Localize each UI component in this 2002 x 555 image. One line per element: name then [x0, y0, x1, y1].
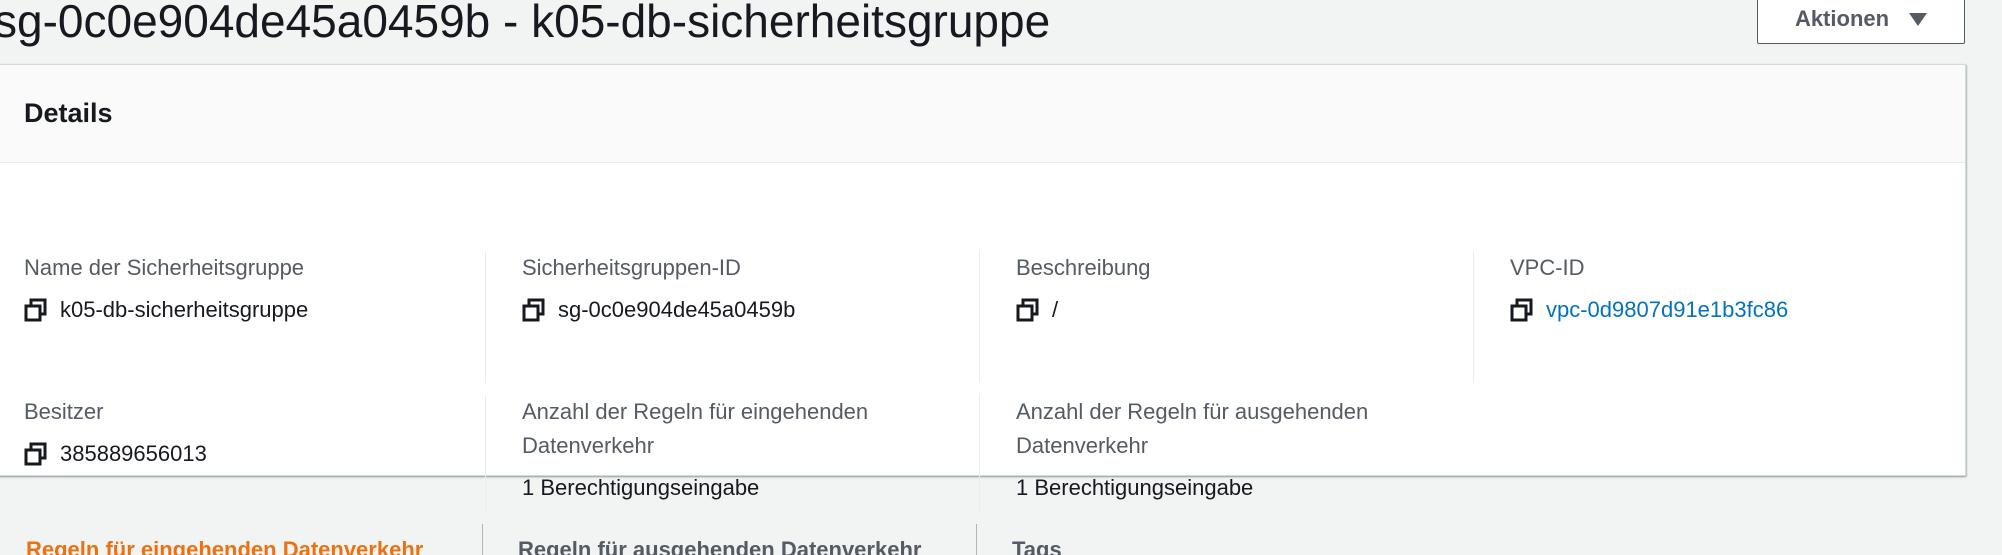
field-label-line1: Anzahl der Regeln für ausgehenden	[1016, 399, 1369, 424]
security-group-detail-page: sg-0c0e904de45a0459b - k05-db-sicherheit…	[0, 0, 2002, 555]
field-security-group-id: Sicherheitsgruppen-ID sg-0c0e904de45a045…	[485, 251, 979, 383]
tab-outbound-rules[interactable]: Regeln für ausgehenden Datenverkehr	[518, 530, 921, 555]
copy-icon[interactable]	[24, 442, 48, 466]
owner-value: 385889656013	[60, 441, 207, 466]
copy-icon[interactable]	[1510, 298, 1534, 322]
security-group-name-value: k05-db-sicherheitsgruppe	[60, 297, 309, 322]
description-value: /	[1052, 297, 1059, 322]
field-vpc-id: VPC-ID vpc-0d9807d91e1b3fc86	[1473, 251, 1953, 383]
actions-button-label: Aktionen	[1794, 6, 1890, 31]
tab-inbound-rules[interactable]: Regeln für eingehenden Datenverkehr	[26, 530, 423, 555]
field-label: Besitzer	[24, 399, 104, 424]
page-title: sg-0c0e904de45a0459b - k05-db-sicherheit…	[0, 0, 1051, 47]
field-security-group-name: Name der Sicherheitsgruppe k05-db-sicher…	[24, 251, 484, 327]
field-label: Beschreibung	[1016, 255, 1151, 280]
copy-icon[interactable]	[24, 298, 48, 322]
tab-separator	[976, 524, 977, 555]
security-group-id-value: sg-0c0e904de45a0459b	[558, 297, 796, 322]
field-value: 1 Berechtigungseingabe	[522, 475, 760, 500]
details-header: Details	[0, 65, 1965, 163]
field-label: Name der Sicherheitsgruppe	[24, 255, 305, 280]
field-value: 1 Berechtigungseingabe	[1016, 475, 1254, 500]
details-panel: Details Name der Sicherheitsgruppe k05-d…	[0, 64, 1966, 511]
vpc-id-link[interactable]: vpc-0d9807d91e1b3fc86	[1546, 293, 1788, 327]
field-label-line1: Anzahl der Regeln für eingehenden	[522, 399, 869, 424]
field-description: Beschreibung /	[979, 251, 1473, 383]
field-value: /	[1016, 293, 1473, 327]
field-owner: Besitzer 385889656013	[24, 395, 484, 471]
field-inbound-rule-count: Anzahl der Regeln für eingehenden Datenv…	[485, 395, 979, 511]
caret-down-icon	[1909, 12, 1928, 26]
tab-bar: Regeln für eingehenden Datenverkehr Rege…	[0, 524, 2002, 555]
tab-separator	[482, 524, 483, 555]
field-label: Sicherheitsgruppen-ID	[522, 255, 741, 280]
field-label-line2: Datenverkehr	[522, 433, 655, 458]
field-value: k05-db-sicherheitsgruppe	[24, 293, 484, 327]
field-label-line2: Datenverkehr	[1016, 433, 1149, 458]
field-label: VPC-ID	[1510, 255, 1585, 280]
field-value: 385889656013	[24, 437, 484, 471]
copy-icon[interactable]	[522, 298, 546, 322]
field-value: vpc-0d9807d91e1b3fc86	[1510, 293, 1953, 327]
details-title: Details	[24, 98, 113, 128]
field-outbound-rule-count: Anzahl der Regeln für ausgehenden Datenv…	[979, 395, 1473, 511]
copy-icon[interactable]	[1016, 298, 1040, 322]
field-value: sg-0c0e904de45a0459b	[522, 293, 979, 327]
tab-tags[interactable]: Tags	[1012, 530, 1062, 555]
actions-button[interactable]: Aktionen	[1757, 0, 1965, 44]
